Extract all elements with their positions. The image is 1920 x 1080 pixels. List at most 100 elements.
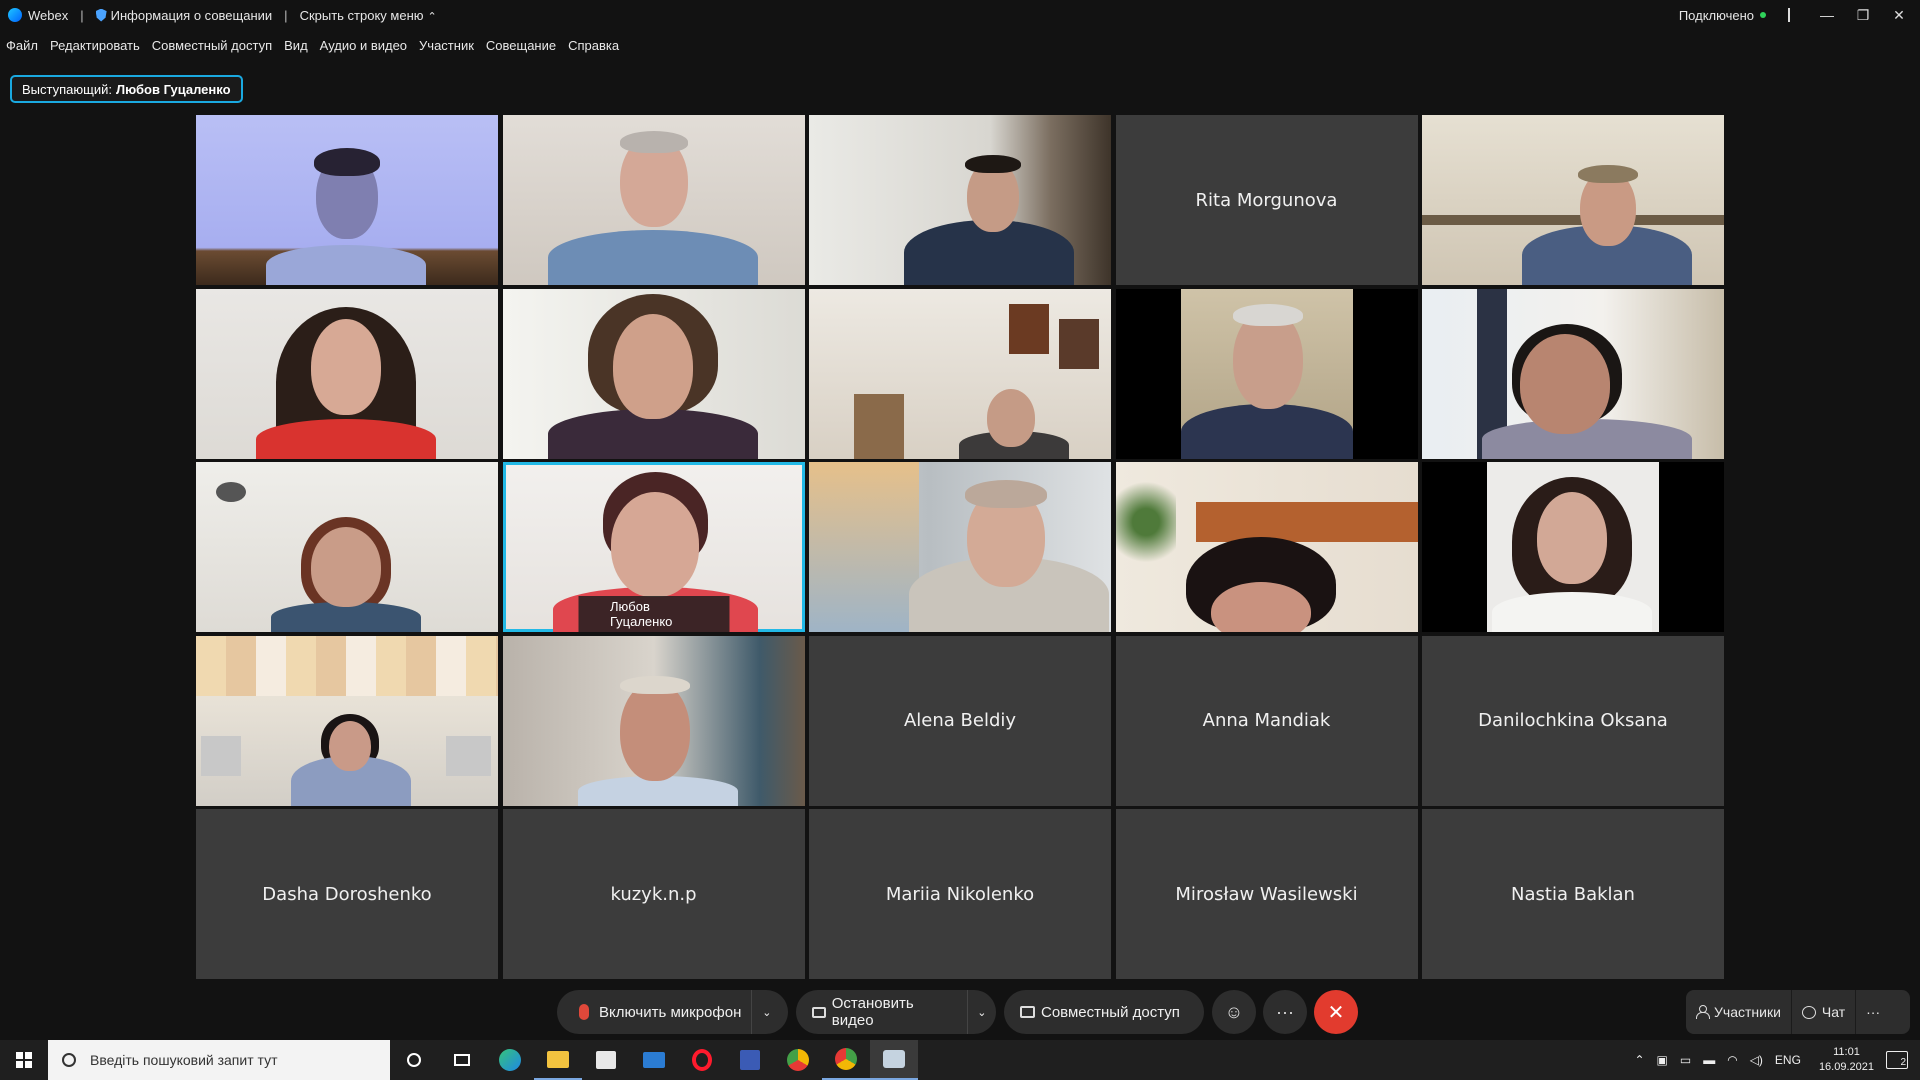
participants-button[interactable]: Участники [1686, 990, 1791, 1034]
participant-head [610, 492, 699, 597]
meeting-info-label: Информация о совещании [110, 7, 273, 23]
chat-button[interactable]: Чат [1792, 990, 1855, 1034]
chevron-down-icon[interactable]: ⌄ [966, 990, 996, 1034]
plant [1115, 462, 1176, 582]
wifi-icon[interactable]: ◠ [1727, 1053, 1737, 1067]
video-tile[interactable] [809, 462, 1111, 632]
language-indicator[interactable]: ENG [1775, 1053, 1801, 1067]
video-tile-no-video[interactable]: Nastia Baklan [1422, 809, 1724, 979]
reactions-button[interactable]: ☺ [1212, 990, 1256, 1034]
video-tile[interactable] [1115, 462, 1418, 632]
menu-meeting[interactable]: Совещание [480, 38, 562, 53]
menu-share[interactable]: Совместный доступ [146, 38, 278, 53]
unmute-label: Включить микрофон [599, 1003, 742, 1021]
video-tile[interactable] [502, 115, 805, 285]
more-options-button[interactable]: ··· [1263, 990, 1307, 1034]
menu-participant[interactable]: Участник [413, 38, 480, 53]
video-tile-no-video[interactable]: Alena Beldiy [809, 635, 1111, 806]
stop-video-button[interactable]: Остановить видео ⌄ [796, 990, 996, 1034]
taskbar-app-chrome-2[interactable] [822, 1040, 870, 1080]
taskbar-app-edge[interactable] [486, 1040, 534, 1080]
chevron-down-icon[interactable]: ⌄ [751, 990, 781, 1034]
chrome-icon [787, 1049, 809, 1071]
store-icon [596, 1051, 616, 1069]
notifications-button[interactable]: 2 [1886, 1051, 1908, 1069]
video-tile[interactable] [502, 288, 805, 459]
active-speaker-badge[interactable]: Выступающий: Любов Гуцаленко [10, 75, 243, 103]
participant-hair [1232, 303, 1303, 326]
video-tile-no-video[interactable]: Rita Morgunova [1115, 115, 1418, 285]
minimize-button[interactable]: — [1812, 0, 1842, 30]
active-speaker-nameplate: Любов Гуцаленко [578, 596, 729, 632]
share-button[interactable]: Совместный доступ [1004, 990, 1204, 1034]
taskbar-app-explorer[interactable] [534, 1040, 582, 1080]
battery-icon[interactable]: ▬ [1703, 1053, 1715, 1067]
participant-hair [619, 675, 690, 694]
connection-status-label: Подключено [1678, 7, 1754, 23]
task-view-icon [454, 1054, 470, 1066]
hide-menu-label: Скрыть строку меню [299, 7, 424, 23]
restore-button[interactable]: ❐ [1848, 0, 1878, 30]
video-tile[interactable] [196, 462, 498, 632]
start-button[interactable] [0, 1040, 48, 1080]
cortana-icon [407, 1053, 421, 1067]
participant-name: kuzyk.n.p [610, 883, 697, 905]
taskbar-app-mail[interactable] [630, 1040, 678, 1080]
hide-menu-button[interactable]: Скрыть строку меню ⌃ [300, 8, 437, 23]
taskbar-app-save[interactable] [726, 1040, 774, 1080]
video-tile-no-video[interactable]: Dasha Doroshenko [196, 809, 498, 979]
unmute-button[interactable]: Включить микрофон ⌄ [557, 990, 788, 1034]
video-tile[interactable] [196, 115, 498, 285]
video-tile[interactable] [1422, 115, 1724, 285]
panel-more-button[interactable]: ··· [1856, 990, 1890, 1034]
video-tile-no-video[interactable]: kuzyk.n.p [502, 809, 805, 979]
chevron-up-icon[interactable]: ⌃ [1634, 1053, 1644, 1067]
cortana-button[interactable] [390, 1040, 438, 1080]
clock[interactable]: 11:01 16.09.2021 [1819, 1045, 1874, 1075]
taskbar-app-chrome[interactable] [774, 1040, 822, 1080]
menu-help[interactable]: Справка [562, 38, 625, 53]
connection-status: Подключено [1679, 8, 1766, 23]
taskbar-app-store[interactable] [582, 1040, 630, 1080]
close-window-button[interactable]: ✕ [1884, 0, 1914, 30]
participant-hair [965, 155, 1021, 173]
camera-icon [812, 1006, 826, 1018]
volume-icon[interactable]: ◁) [1750, 1053, 1763, 1067]
video-tile[interactable] [502, 635, 805, 806]
task-view-button[interactable] [438, 1040, 486, 1080]
menu-audio-video[interactable]: Аудио и видео [314, 38, 413, 53]
windows-taskbar: Введіть пошуковий запит тут ⌃ ▣ ▭ ▬ ◠ ◁)… [0, 1040, 1920, 1080]
video-tile[interactable] [1422, 462, 1724, 632]
speaker-prefix: Выступающий: [22, 81, 112, 97]
menu-edit[interactable]: Редактировать [44, 38, 146, 53]
participant-hair [619, 131, 688, 153]
display-icon[interactable]: ▭ [1680, 1053, 1691, 1067]
video-tile[interactable] [1115, 288, 1418, 459]
menu-view[interactable]: Вид [278, 38, 314, 53]
video-tile[interactable] [809, 288, 1111, 459]
video-grid: Rita Morgunova Любов Гуцаленко Alena Bel… [196, 115, 1724, 980]
video-tile[interactable] [196, 288, 498, 459]
video-tile-no-video[interactable]: Mirosław Wasilewski [1115, 809, 1418, 979]
taskbar-app-webex[interactable] [870, 1040, 918, 1080]
chat-label: Чат [1821, 1004, 1846, 1020]
video-tile-no-video[interactable]: Danilochkina Oksana [1422, 635, 1724, 806]
taskbar-search[interactable]: Введіть пошуковий запит тут [48, 1040, 390, 1080]
video-tile[interactable] [196, 635, 498, 806]
device-icon[interactable]: ▣ [1657, 1053, 1668, 1067]
participants-label: Участники [1714, 1004, 1781, 1020]
clock-time: 11:01 [1833, 1046, 1860, 1058]
end-call-button[interactable]: ✕ [1314, 990, 1358, 1034]
video-tile[interactable] [1422, 288, 1724, 459]
app-name: Webex [28, 7, 69, 23]
menu-file[interactable]: Файл [0, 38, 44, 53]
video-tile-no-video[interactable]: Anna Mandiak [1115, 635, 1418, 806]
participant-body [266, 245, 426, 285]
video-tile-active-speaker[interactable]: Любов Гуцаленко [502, 462, 805, 632]
participant-name: Danilochkina Oksana [1478, 710, 1668, 731]
video-tile-no-video[interactable]: Mariia Nikolenko [809, 809, 1111, 979]
video-tile[interactable] [809, 115, 1111, 285]
edge-icon [499, 1049, 521, 1071]
taskbar-app-opera[interactable] [678, 1040, 726, 1080]
meeting-info-button[interactable]: Информация о совещании [95, 7, 273, 23]
